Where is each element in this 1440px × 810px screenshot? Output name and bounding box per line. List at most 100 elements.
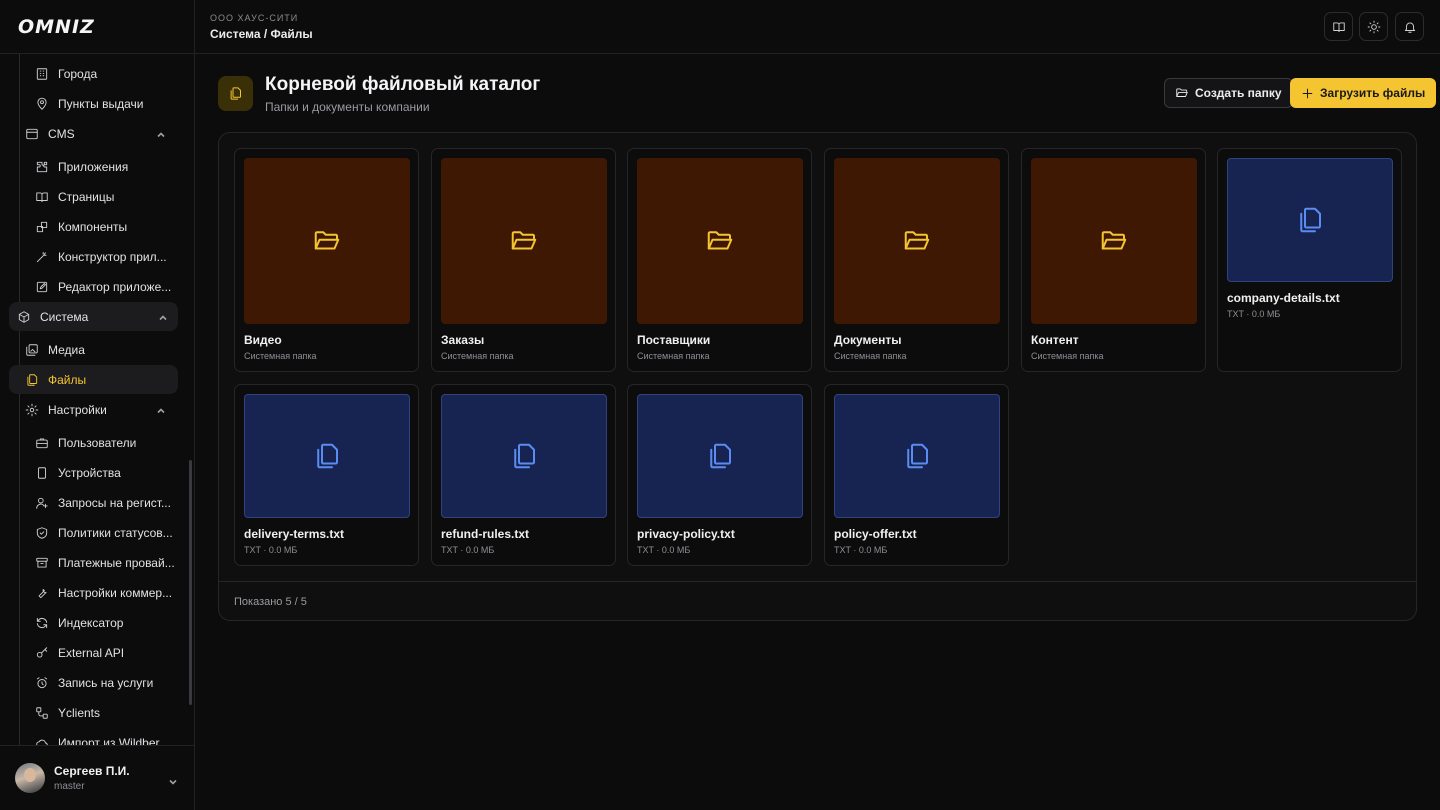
sidebar-group-system[interactable]: Система — [16, 303, 178, 331]
item-meta: Системная папка — [1031, 351, 1104, 361]
item-name: Заказы — [441, 333, 485, 347]
sidebar-group-cms[interactable]: CMS — [24, 120, 174, 148]
sidebar: OMNIZ Города Пункты выдачи CMS Приложени… — [0, 0, 195, 810]
sidebar-item-label: External API — [58, 646, 125, 660]
notifications-button[interactable] — [1395, 12, 1424, 41]
file-grid-panel: Видео Системная папка Заказы Системная п… — [218, 132, 1417, 621]
sidebar-item-wildberries-import[interactable]: Импорт из Wildber... — [34, 729, 169, 745]
folder-card[interactable]: Контент Системная папка — [1021, 148, 1206, 372]
folder-card[interactable]: Видео Системная папка — [234, 148, 419, 372]
sidebar-item-yclients[interactable]: Yclients — [34, 699, 100, 727]
edit-icon — [34, 279, 50, 295]
folder-card[interactable]: Документы Системная папка — [824, 148, 1009, 372]
sidebar-item-pickup-points[interactable]: Пункты выдачи — [34, 90, 143, 118]
item-meta: Системная папка — [441, 351, 514, 361]
sidebar-item-registration-requests[interactable]: Запросы на регист... — [34, 489, 171, 517]
files-icon — [218, 76, 253, 111]
sidebar-item-external-api[interactable]: External API — [34, 639, 124, 667]
sidebar-item-service-booking[interactable]: Запись на услуги — [34, 669, 153, 697]
item-name: Документы — [834, 333, 902, 347]
user-role: master — [54, 781, 85, 792]
sidebar-item-applications[interactable]: Приложения — [34, 153, 128, 181]
sidebar-item-label: Запись на услуги — [58, 676, 154, 690]
item-name: refund-rules.txt — [441, 527, 530, 541]
sidebar-scrollbar[interactable] — [189, 460, 192, 705]
refresh-icon — [34, 615, 50, 631]
nav-tree-guide — [19, 54, 20, 745]
user-menu[interactable]: Сергеев П.И. master — [0, 745, 194, 810]
theme-toggle-button[interactable] — [1359, 12, 1388, 41]
sidebar-group-settings[interactable]: Настройки — [24, 396, 174, 424]
sidebar-item-pages[interactable]: Страницы — [34, 183, 114, 211]
files-icon — [24, 372, 40, 388]
sidebar-item-label: Редактор приложе... — [58, 280, 172, 294]
sidebar-item-files[interactable]: Файлы — [24, 366, 174, 394]
sidebar-item-users[interactable]: Пользователи — [34, 429, 136, 457]
upload-files-label: Загрузить файлы — [1320, 86, 1426, 100]
item-name: Контент — [1031, 333, 1079, 347]
sidebar-item-label: Города — [58, 67, 98, 81]
file-thumbnail — [244, 394, 410, 518]
sidebar-item-label: Запросы на регист... — [58, 496, 171, 510]
sidebar-item-components[interactable]: Компоненты — [34, 213, 127, 241]
files-icon — [514, 443, 535, 469]
folder-thumbnail — [1031, 158, 1197, 324]
sidebar-item-app-builder[interactable]: Конструктор прил... — [34, 243, 167, 271]
key-icon — [34, 645, 50, 661]
sidebar-item-status-policies[interactable]: Политики статусов... — [34, 519, 173, 547]
file-card[interactable]: refund-rules.txt TXT · 0.0 МБ — [431, 384, 616, 566]
files-icon — [907, 443, 928, 469]
sidebar-item-label: Компоненты — [58, 220, 128, 234]
sun-icon — [1367, 20, 1380, 33]
user-info: Сергеев П.И. master — [54, 764, 130, 792]
logo-bar: OMNIZ — [0, 0, 194, 54]
sidebar-item-label: Приложения — [58, 160, 129, 174]
blocks-icon — [34, 219, 50, 235]
folder-thumbnail — [834, 158, 1000, 324]
briefcase-icon — [34, 435, 50, 451]
user-plus-icon — [34, 495, 50, 511]
item-meta: Системная папка — [637, 351, 710, 361]
item-meta: Системная папка — [834, 351, 907, 361]
workflow-icon — [34, 705, 50, 721]
sidebar-item-label: Настройки коммер... — [58, 586, 173, 600]
sidebar-item-label: CMS — [48, 127, 75, 141]
sidebar-item-label: Файлы — [48, 373, 87, 387]
files-icon — [1300, 207, 1321, 233]
sidebar-item-indexer[interactable]: Индексатор — [34, 609, 123, 637]
item-name: policy-offer.txt — [834, 527, 917, 541]
item-name: company-details.txt — [1227, 291, 1340, 305]
folder-open-icon — [904, 231, 930, 250]
map-pin-icon — [34, 96, 50, 112]
docs-button[interactable] — [1324, 12, 1353, 41]
sidebar-item-label: Импорт из Wildber... — [58, 736, 169, 745]
organization-name: ООО ХАУС-СИТИ — [210, 13, 299, 23]
sidebar-item-devices[interactable]: Устройства — [34, 459, 121, 487]
folder-card[interactable]: Заказы Системная папка — [431, 148, 616, 372]
sidebar-nav: Города Пункты выдачи CMS Приложения Стра… — [0, 54, 194, 745]
folder-open-icon — [1176, 88, 1188, 97]
files-icon — [710, 443, 731, 469]
upload-files-button[interactable]: Загрузить файлы — [1290, 78, 1437, 108]
folder-card[interactable]: Поставщики Системная папка — [627, 148, 812, 372]
file-card[interactable]: delivery-terms.txt TXT · 0.0 МБ — [234, 384, 419, 566]
folder-open-icon — [1101, 231, 1127, 250]
item-meta: TXT · 0.0 МБ — [637, 545, 691, 555]
sidebar-item-commerce-settings[interactable]: Настройки коммер... — [34, 579, 172, 607]
create-folder-button[interactable]: Создать папку — [1164, 78, 1293, 108]
file-card[interactable]: privacy-policy.txt TXT · 0.0 МБ — [627, 384, 812, 566]
app-logo[interactable]: OMNIZ — [18, 16, 95, 38]
folder-open-icon — [314, 231, 340, 250]
sidebar-item-label: Пользователи — [58, 436, 137, 450]
sidebar-item-payment-providers[interactable]: Платежные провай... — [34, 549, 175, 577]
building-icon — [34, 66, 50, 82]
sidebar-item-app-editor[interactable]: Редактор приложе... — [34, 273, 171, 301]
sidebar-item-media[interactable]: Медиа — [24, 336, 174, 364]
avatar — [15, 763, 45, 793]
file-card[interactable]: policy-offer.txt TXT · 0.0 МБ — [824, 384, 1009, 566]
sidebar-item-label: Устройства — [58, 466, 121, 480]
files-icon — [317, 443, 338, 469]
sidebar-item-cities[interactable]: Города — [34, 60, 97, 88]
sidebar-item-label: Политики статусов... — [58, 526, 173, 540]
file-card[interactable]: company-details.txt TXT · 0.0 МБ — [1217, 148, 1402, 372]
